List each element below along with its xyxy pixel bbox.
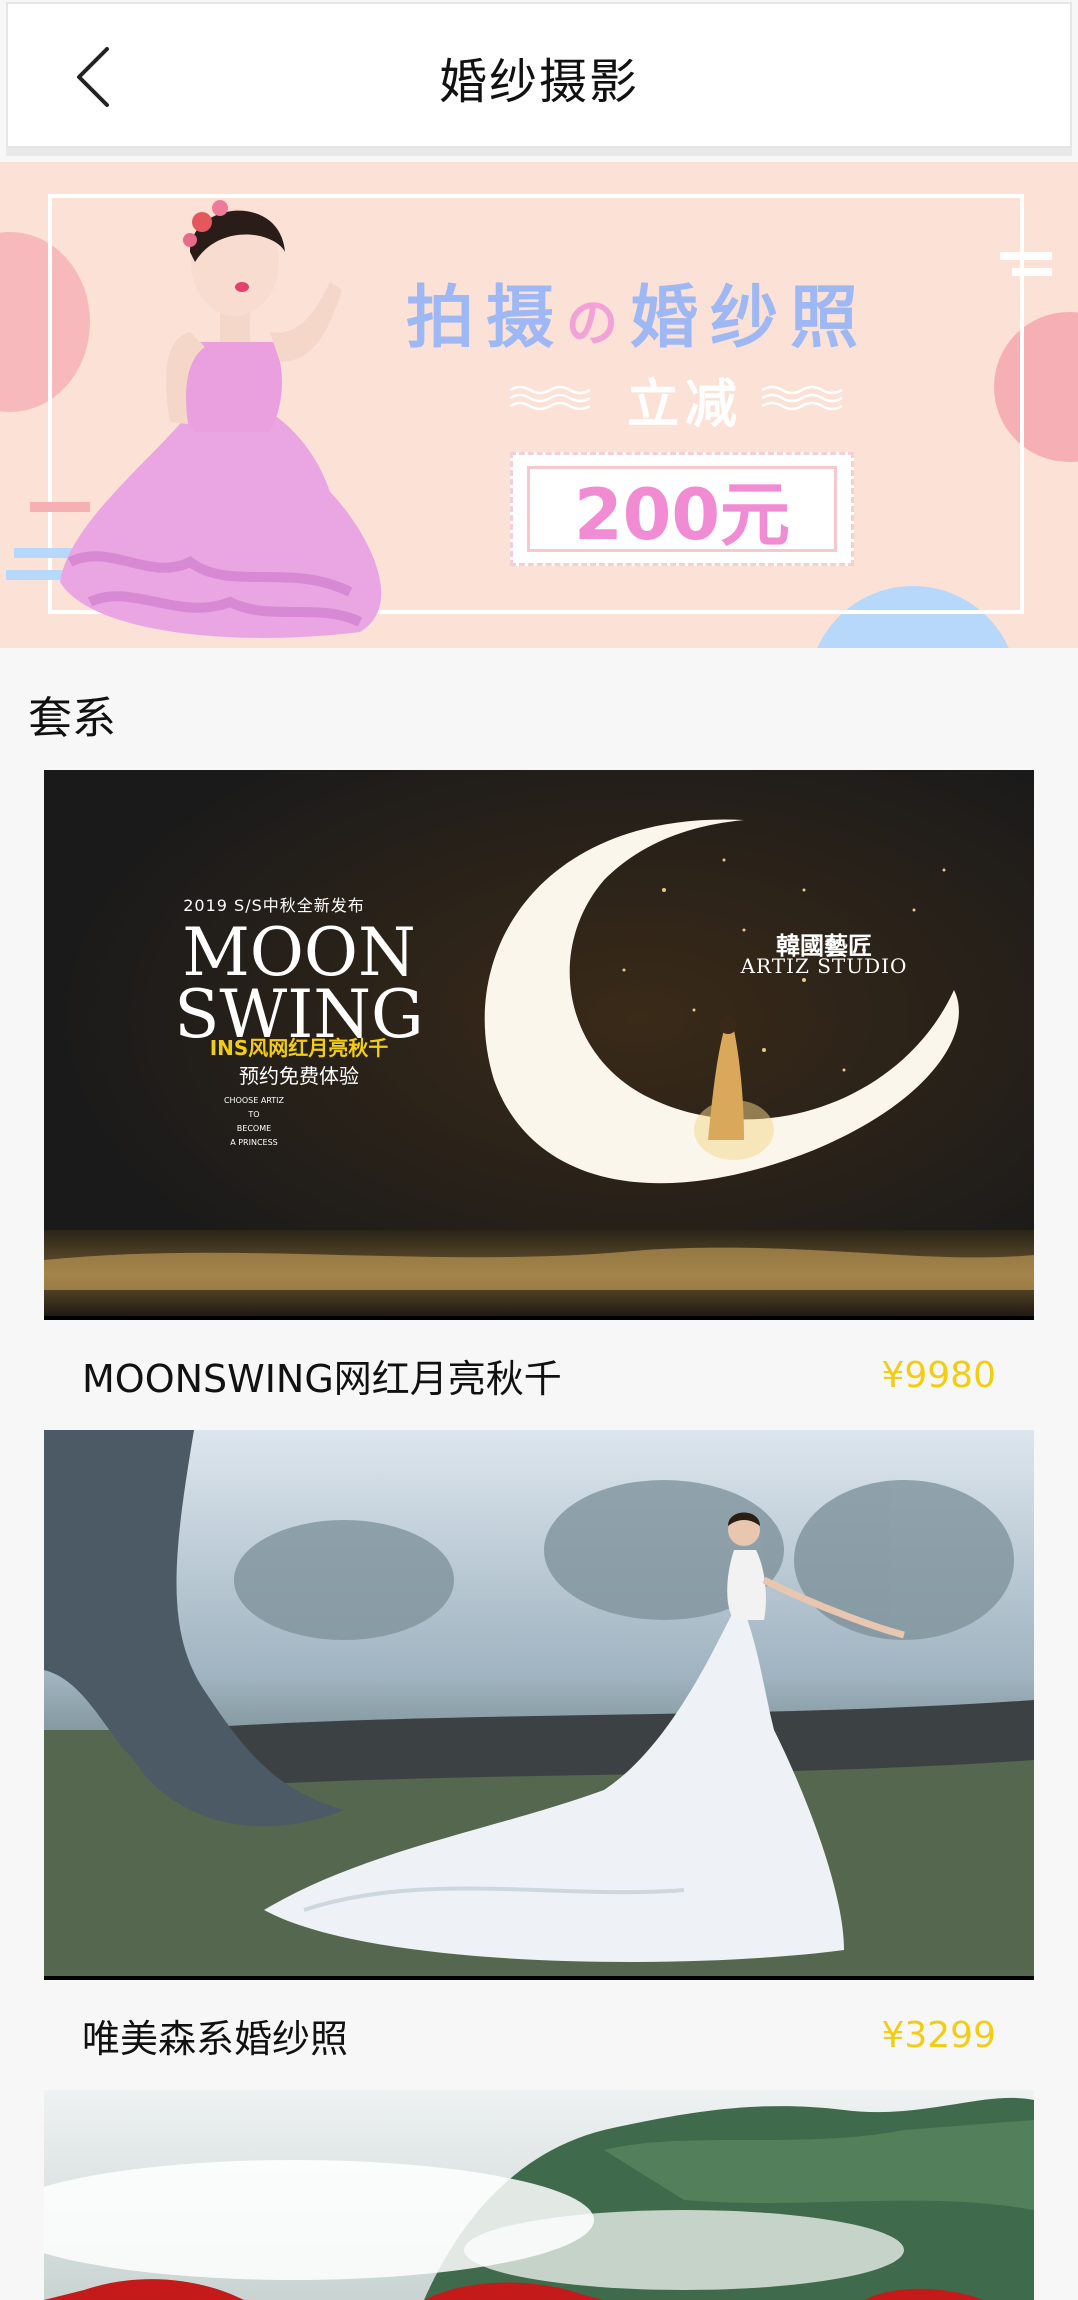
top-bar: 婚纱摄影 (6, 2, 1072, 148)
mountain-photo (44, 2090, 1034, 2300)
package-info-row[interactable]: 唯美森系婚纱照 ¥3299 (44, 1980, 1034, 2090)
promo-banner[interactable]: 拍摄の婚纱照 立减 200元 (0, 162, 1078, 648)
poster-tagline: TO (248, 1110, 260, 1119)
poster-studio-en: ARTIZ STUDIO (740, 954, 908, 978)
package-image[interactable]: 2019 S/S中秋全新发布 MOON SWING INS风网红月亮秋千 预约免… (44, 770, 1034, 1320)
slogan-particle: の (566, 294, 631, 354)
page-title: 婚纱摄影 (438, 54, 639, 110)
package-name: 唯美森系婚纱照 (82, 2016, 349, 2061)
bride-illustration (60, 200, 382, 638)
slogan-part: 拍摄 (406, 279, 567, 358)
poster-subtitle: INS风网红月亮秋千 (209, 1036, 389, 1060)
top-bar-divider (6, 148, 1072, 156)
poster-tagline: A PRINCESS (230, 1138, 278, 1147)
package-image[interactable] (44, 1430, 1034, 1980)
coupon-ticket: 200元 (510, 452, 854, 566)
poster-year-line: 2019 S/S中秋全新发布 (183, 896, 365, 915)
forest-photo (44, 1430, 1034, 1980)
package-name: MOONSWING网红月亮秋千 (82, 1356, 562, 1401)
poster-tagline: CHOOSE ARTIZ (223, 1096, 285, 1105)
decor-stripe (1012, 268, 1052, 276)
package-price: ¥9980 (881, 1354, 996, 1396)
wave-icon (761, 385, 843, 410)
package-image[interactable] (44, 2090, 1034, 2300)
package-info-row[interactable]: MOONSWING网红月亮秋千 ¥9980 (44, 1320, 1034, 1430)
poster-subtitle: 预约免费体验 (239, 1064, 359, 1088)
banner-slogan: 拍摄の婚纱照 (406, 262, 966, 361)
slogan-part: 婚纱照 (630, 279, 871, 358)
poster-tagline: BECOME (236, 1124, 272, 1133)
coupon-amount: 200元 (527, 466, 837, 556)
package-price: ¥3299 (881, 2014, 996, 2056)
section-title: 套系 (28, 693, 116, 744)
decor-stripe (1000, 252, 1052, 260)
